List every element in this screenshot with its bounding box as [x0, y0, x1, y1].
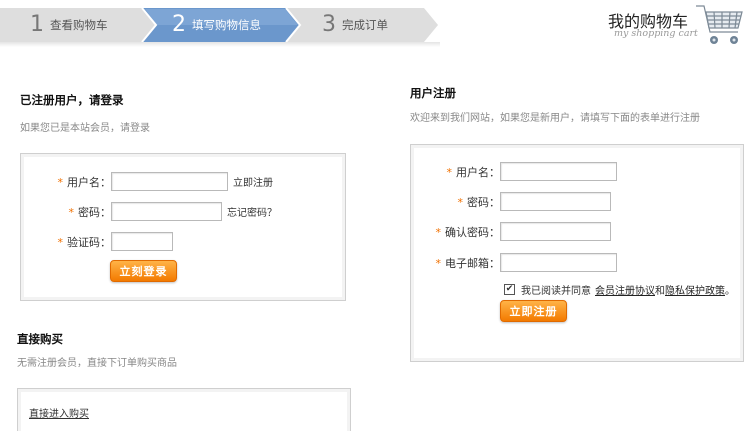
register-subtitle: 欢迎来到我们网站，如果您是新用户，请填写下面的表单进行注册 [410, 113, 700, 124]
register-confirm-password-input[interactable] [500, 222, 611, 241]
reg-username-label: * 用户名： [446, 165, 501, 179]
register-username-input[interactable] [500, 162, 617, 181]
login-username-input[interactable] [111, 172, 228, 191]
reg-email-label: * 电子邮箱： [435, 256, 501, 270]
shopping-cart-icon [696, 5, 743, 44]
direct-buy-box: 直接进入购买 [17, 388, 351, 431]
register-username-row: * 用户名： [421, 162, 617, 181]
direct-buy-subtitle: 无需注册会员，直接下订单购买商品 [17, 358, 177, 369]
direct-buy-title: 直接购买 [17, 332, 63, 346]
register-box: * 用户名： * 密码： * 确认密码： * 电子邮箱： ✔ 我已阅读并同意 会员注册协… [410, 144, 744, 362]
forgot-password-link[interactable]: 忘记密码？ [227, 204, 277, 219]
username-label: * 用户名： [57, 175, 112, 189]
cart-subtitle: my shopping cart [614, 28, 698, 39]
step-complete-order: 3 完成订单 [322, 8, 388, 42]
step-label: 填写购物信息 [192, 18, 261, 32]
direct-buy-link[interactable]: 直接进入购买 [29, 405, 89, 420]
login-captcha-input[interactable] [111, 232, 173, 251]
password-label: * 密码： [68, 205, 112, 219]
agreement-row: ✔ 我已阅读并同意 会员注册协议 和 隐私保护政策 。 [504, 280, 735, 299]
register-password-row: * 密码： [421, 192, 611, 211]
login-button[interactable]: 立刻登录 [110, 260, 177, 282]
step-view-cart[interactable]: 1 查看购物车 [30, 8, 108, 42]
step-number: 1 [30, 12, 44, 37]
step-fill-info: 2 填写购物信息 [172, 8, 261, 42]
agree-prefix-text: 我已阅读并同意 [521, 286, 591, 297]
step-label: 完成订单 [342, 18, 388, 32]
login-password-row: * 密码： 忘记密码？ [57, 202, 277, 221]
register-now-link[interactable]: 立即注册 [233, 174, 273, 189]
reg-confirm-label: * 确认密码： [435, 225, 501, 239]
agree-and-text: 和 [655, 286, 665, 297]
checkout-steps: 1 查看购物车 2 填写购物信息 3 完成订单 [0, 8, 450, 42]
register-email-input[interactable] [500, 253, 617, 272]
login-title: 已注册用户，请登录 [20, 93, 124, 107]
step-number: 2 [172, 12, 186, 37]
register-confirm-row: * 确认密码： [421, 222, 611, 241]
captcha-label: * 验证码： [57, 235, 112, 249]
steps-shadow [0, 42, 440, 47]
register-password-input[interactable] [500, 192, 611, 211]
register-email-row: * 电子邮箱： [421, 253, 617, 272]
login-captcha-row: * 验证码： [57, 232, 173, 251]
login-password-input[interactable] [111, 202, 222, 221]
privacy-policy-link[interactable]: 隐私保护政策 [665, 282, 725, 297]
login-username-row: * 用户名： 立即注册 [57, 172, 273, 191]
register-button[interactable]: 立即注册 [500, 300, 567, 322]
step-number: 3 [322, 12, 336, 37]
agree-suffix-text: 。 [725, 286, 735, 297]
member-agreement-link[interactable]: 会员注册协议 [595, 282, 655, 297]
login-subtitle: 如果您已是本站会员，请登录 [20, 123, 150, 134]
reg-password-label: * 密码： [457, 195, 501, 209]
login-box: * 用户名： 立即注册 * 密码： 忘记密码？ * 验证码： 立刻登录 [20, 153, 346, 301]
step-label: 查看购物车 [50, 18, 108, 32]
agree-checkbox[interactable]: ✔ [504, 284, 515, 295]
register-title: 用户注册 [410, 86, 456, 100]
